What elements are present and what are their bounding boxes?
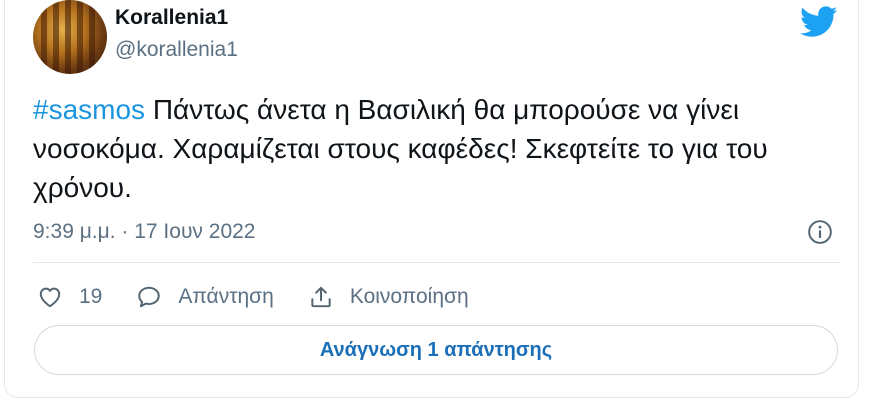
share-arrow-icon — [311, 286, 331, 308]
share-label: Κοινοποίηση — [349, 285, 469, 308]
like-button[interactable]: 19 — [37, 284, 102, 310]
speech-bubble-icon — [138, 286, 161, 308]
heart-icon — [39, 287, 61, 308]
like-count: 19 — [79, 285, 103, 308]
tweet-text: #sasmos Πάντως άνετα η Βασιλική θα μπορο… — [33, 90, 848, 207]
action-bar: 19 Απάντηση Κοινοποίηση — [37, 282, 503, 312]
reply-label: Απάντηση — [178, 285, 274, 308]
display-name[interactable]: Korallenia1 — [115, 6, 228, 30]
hashtag-link[interactable]: #sasmos — [33, 94, 145, 125]
share-button[interactable]: Κοινοποίηση — [308, 284, 469, 310]
user-handle[interactable]: @korallenia1 — [115, 38, 238, 62]
tweet-timestamp[interactable]: 9:39 μ.μ. · 17 Ιουν 2022 — [33, 220, 255, 244]
reply-button[interactable]: Απάντηση — [136, 284, 274, 310]
divider — [33, 262, 841, 263]
tweet-card: Korallenia1 @korallenia1 #sasmos Πάντως … — [4, 0, 859, 398]
twitter-bird-icon[interactable] — [800, 6, 838, 38]
avatar[interactable] — [33, 0, 107, 74]
read-replies-button[interactable]: Ανάγνωση 1 απάντησης — [34, 325, 838, 375]
info-icon[interactable] — [807, 219, 833, 245]
